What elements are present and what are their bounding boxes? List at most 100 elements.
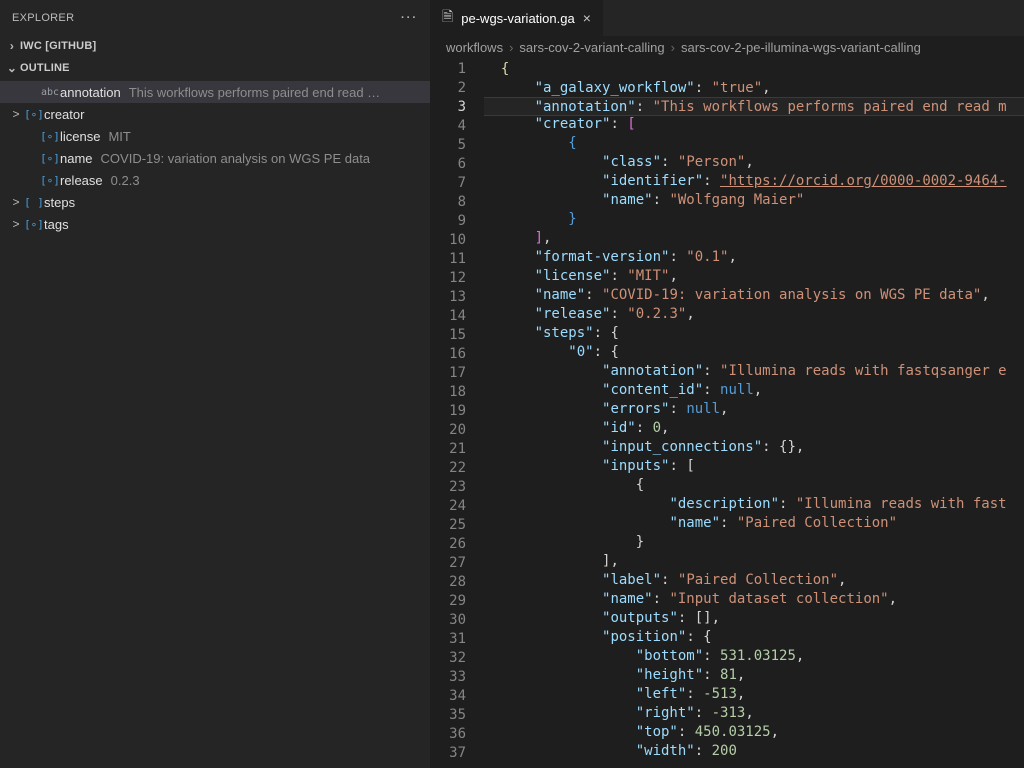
line-number: 14 (430, 307, 466, 326)
line-number: 34 (430, 687, 466, 706)
outline-item-name: annotation (60, 85, 129, 100)
outline-item-release[interactable]: >[∘]release0.2.3 (0, 169, 430, 191)
code-content[interactable]: { "a_galaxy_workflow": "true", "annotati… (484, 58, 1024, 768)
code-line[interactable]: "right": -313, (484, 704, 1024, 723)
line-number: 16 (430, 345, 466, 364)
outline-item-steps[interactable]: >[ ]steps (0, 191, 430, 213)
outline-item-name: tags (44, 217, 77, 232)
code-line[interactable]: "a_galaxy_workflow": "true", (484, 79, 1024, 98)
code-line[interactable]: "width": 200 (484, 742, 1024, 761)
code-line[interactable]: "input_connections": {}, (484, 438, 1024, 457)
line-number: 12 (430, 269, 466, 288)
code-line[interactable]: "left": -513, (484, 685, 1024, 704)
code-line[interactable]: "annotation": "This workflows performs p… (484, 97, 1024, 116)
code-line[interactable]: "class": "Person", (484, 153, 1024, 172)
line-number: 15 (430, 326, 466, 345)
line-number: 3 (430, 98, 466, 117)
line-number: 21 (430, 440, 466, 459)
outline-item-name[interactable]: >[∘]nameCOVID-19: variation analysis on … (0, 147, 430, 169)
app-root: EXPLORER ··· › IWC [GITHUB] ⌄ OUTLINE >a… (0, 0, 1024, 768)
code-line[interactable]: "identifier": "https://orcid.org/0000-00… (484, 172, 1024, 191)
file-icon: 🗎 (442, 6, 453, 30)
chevron-right-icon: > (8, 195, 24, 209)
text-editor[interactable]: 1234567891011121314151617181920212223242… (430, 58, 1024, 768)
breadcrumb-segment[interactable]: sars-cov-2-pe-illumina-wgs-variant-calli… (681, 40, 921, 55)
breadcrumb-separator-icon: › (671, 40, 675, 55)
line-number: 26 (430, 535, 466, 554)
breadcrumb[interactable]: workflows › sars-cov-2-variant-calling › sar… (430, 36, 1024, 58)
more-actions-icon[interactable]: ··· (401, 12, 418, 24)
outline-item-name: steps (44, 195, 83, 210)
code-line[interactable]: "license": "MIT", (484, 267, 1024, 286)
object-type-icon: [∘] (40, 152, 60, 165)
code-line[interactable]: "height": 81, (484, 666, 1024, 685)
outline-item-value: COVID-19: variation analysis on WGS PE d… (101, 151, 430, 166)
outline-item-name: name (60, 151, 101, 166)
code-line[interactable]: "label": "Paired Collection", (484, 571, 1024, 590)
outline-item-tags[interactable]: >[∘]tags (0, 213, 430, 235)
code-line[interactable]: ], (484, 552, 1024, 571)
code-line[interactable]: "0": { (484, 343, 1024, 362)
code-line[interactable]: "creator": [ (484, 115, 1024, 134)
code-line[interactable]: "position": { (484, 628, 1024, 647)
code-line[interactable]: "name": "Paired Collection" (484, 514, 1024, 533)
line-number: 4 (430, 117, 466, 136)
code-line[interactable]: "release": "0.2.3", (484, 305, 1024, 324)
code-line[interactable]: "format-version": "0.1", (484, 248, 1024, 267)
line-number: 28 (430, 573, 466, 592)
outline-item-value: MIT (108, 129, 430, 144)
object-type-icon: [∘] (24, 218, 44, 231)
line-number: 18 (430, 383, 466, 402)
line-number: 30 (430, 611, 466, 630)
outline-item-creator[interactable]: >[∘]creator (0, 103, 430, 125)
code-line[interactable]: } (484, 210, 1024, 229)
code-line[interactable]: "description": "Illumina reads with fast (484, 495, 1024, 514)
code-line[interactable]: "annotation": "Illumina reads with fastq… (484, 362, 1024, 381)
line-number: 35 (430, 706, 466, 725)
object-type-icon: [∘] (40, 174, 60, 187)
code-line[interactable]: ], (484, 229, 1024, 248)
outline-item-annotation[interactable]: >abcannotationThis workflows performs pa… (0, 81, 430, 103)
explorer-sidebar: EXPLORER ··· › IWC [GITHUB] ⌄ OUTLINE >a… (0, 0, 430, 768)
section-outline[interactable]: ⌄ OUTLINE (0, 57, 430, 79)
section-iwc[interactable]: › IWC [GITHUB] (0, 35, 430, 57)
code-line[interactable]: "errors": null, (484, 400, 1024, 419)
close-icon[interactable]: × (583, 10, 591, 26)
code-line[interactable]: "id": 0, (484, 419, 1024, 438)
line-number: 11 (430, 250, 466, 269)
code-line[interactable]: "inputs": [ (484, 457, 1024, 476)
breadcrumb-separator-icon: › (509, 40, 513, 55)
line-number: 20 (430, 421, 466, 440)
breadcrumb-segment[interactable]: sars-cov-2-variant-calling (519, 40, 664, 55)
code-line[interactable]: "steps": { (484, 324, 1024, 343)
code-line[interactable]: "name": "Input dataset collection", (484, 590, 1024, 609)
line-number: 25 (430, 516, 466, 535)
tab-pe-wgs-variation[interactable]: 🗎 pe-wgs-variation.ga × (430, 0, 603, 36)
explorer-header: EXPLORER ··· (0, 0, 430, 35)
code-line[interactable]: } (484, 533, 1024, 552)
breadcrumb-segment[interactable]: workflows (446, 40, 503, 55)
line-number: 13 (430, 288, 466, 307)
code-line[interactable]: "content_id": null, (484, 381, 1024, 400)
line-number: 10 (430, 231, 466, 250)
chevron-down-icon: ⌄ (4, 61, 20, 75)
code-line[interactable]: { (484, 476, 1024, 495)
code-line[interactable]: "outputs": [], (484, 609, 1024, 628)
line-number: 33 (430, 668, 466, 687)
code-line[interactable]: "name": "Wolfgang Maier" (484, 191, 1024, 210)
outline-item-value: This workflows performs paired end read … (129, 85, 430, 100)
line-number: 5 (430, 136, 466, 155)
code-line[interactable]: "top": 450.03125, (484, 723, 1024, 742)
line-number-gutter: 1234567891011121314151617181920212223242… (430, 58, 484, 768)
line-number: 32 (430, 649, 466, 668)
outline-item-license[interactable]: >[∘]licenseMIT (0, 125, 430, 147)
section-iwc-label: IWC [GITHUB] (20, 40, 426, 52)
outline-item-name: release (60, 173, 111, 188)
code-line[interactable]: "bottom": 531.03125, (484, 647, 1024, 666)
line-number: 9 (430, 212, 466, 231)
line-number: 31 (430, 630, 466, 649)
code-line[interactable]: "name": "COVID-19: variation analysis on… (484, 286, 1024, 305)
line-number: 24 (430, 497, 466, 516)
code-line[interactable]: { (484, 134, 1024, 153)
code-line[interactable]: { (484, 60, 1024, 79)
